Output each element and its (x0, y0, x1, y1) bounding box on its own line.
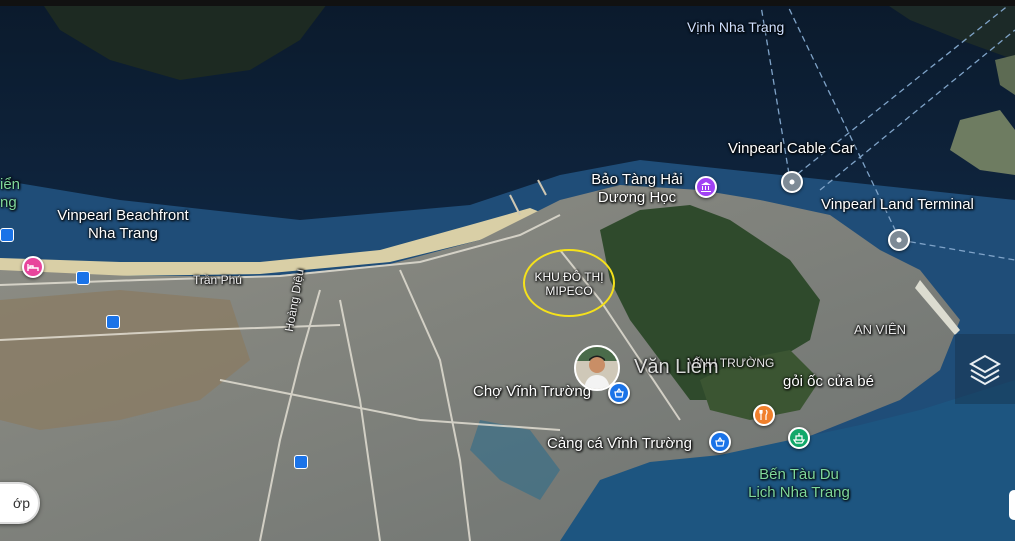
hotel-icon[interactable] (22, 256, 44, 278)
label-bao-tang-hai-duong-hoc[interactable]: Bảo Tàng Hải Dương Học (586, 171, 688, 207)
label-khu-do-thi-mipeco[interactable]: KHU ĐÔ THỊ MIPECO (527, 270, 611, 298)
right-edge-control[interactable] (1009, 490, 1015, 520)
label-vinpearl-beachfront[interactable]: Vinpearl Beachfront Nha Trang (48, 207, 198, 243)
road-label-tran-phu: Trần Phú (193, 273, 242, 287)
person-photo-icon (576, 347, 618, 389)
shopping-basket-icon[interactable] (709, 431, 731, 453)
label-line: iển (0, 176, 21, 193)
label-ben-tau-du-lich[interactable]: Bến Tàu Du Lịch Nha Trang (740, 466, 858, 502)
map-imagery (0, 0, 1015, 541)
top-edge-bar (0, 0, 1015, 6)
label-van-liem[interactable]: Văn Liêm (634, 357, 719, 377)
label-vinh-nha-trang[interactable]: Vịnh Nha Trang (687, 18, 784, 36)
label-line: Bảo Tàng Hải (591, 171, 683, 188)
layer-toggle-button[interactable]: ớp (0, 482, 40, 524)
label-line: KHU ĐÔ THỊ (534, 270, 604, 284)
museum-icon[interactable] (695, 176, 717, 198)
location-pin-icon[interactable] (781, 171, 803, 193)
layers-icon (968, 354, 1002, 386)
label-vinpearl-cable-car[interactable]: Vinpearl Cable Car (728, 140, 854, 158)
location-pin-icon[interactable] (888, 229, 910, 251)
bus-stop-icon[interactable] (106, 315, 120, 329)
bus-stop-icon[interactable] (76, 271, 90, 285)
label-left-green-cut[interactable]: iển ng (0, 176, 20, 212)
bus-stop-icon[interactable] (294, 455, 308, 469)
label-vinpearl-land-terminal[interactable]: Vinpearl Land Terminal (821, 196, 974, 214)
label-line: Vinpearl Beachfront (57, 207, 189, 224)
restaurant-icon[interactable] (753, 404, 775, 426)
label-goi-oc-cua-be[interactable]: gỏi ốc cửa bé (783, 373, 874, 391)
label-cho-vinh-truong[interactable]: Chợ Vĩnh Trường (473, 383, 591, 401)
bus-stop-icon[interactable] (0, 228, 14, 242)
satellite-map[interactable]: Vịnh Nha Trang Vinpearl Cable Car Bảo Tà… (0, 0, 1015, 541)
label-line: MIPECO (545, 284, 593, 298)
label-line: Lịch Nha Trang (748, 484, 850, 501)
ferry-icon[interactable] (788, 427, 810, 449)
layer-toggle-label: ớp (13, 495, 30, 511)
label-line: ng (0, 194, 17, 211)
label-line: Dương Học (597, 189, 677, 206)
label-line: Bến Tàu Du (759, 466, 839, 483)
layers-button[interactable] (955, 334, 1015, 404)
label-line: Nha Trang (87, 225, 159, 242)
label-an-vien[interactable]: AN VIÊN (854, 321, 906, 339)
user-photo-avatar[interactable] (574, 345, 620, 391)
label-cang-ca-vinh-truong[interactable]: Cảng cá Vĩnh Trường (547, 435, 692, 453)
